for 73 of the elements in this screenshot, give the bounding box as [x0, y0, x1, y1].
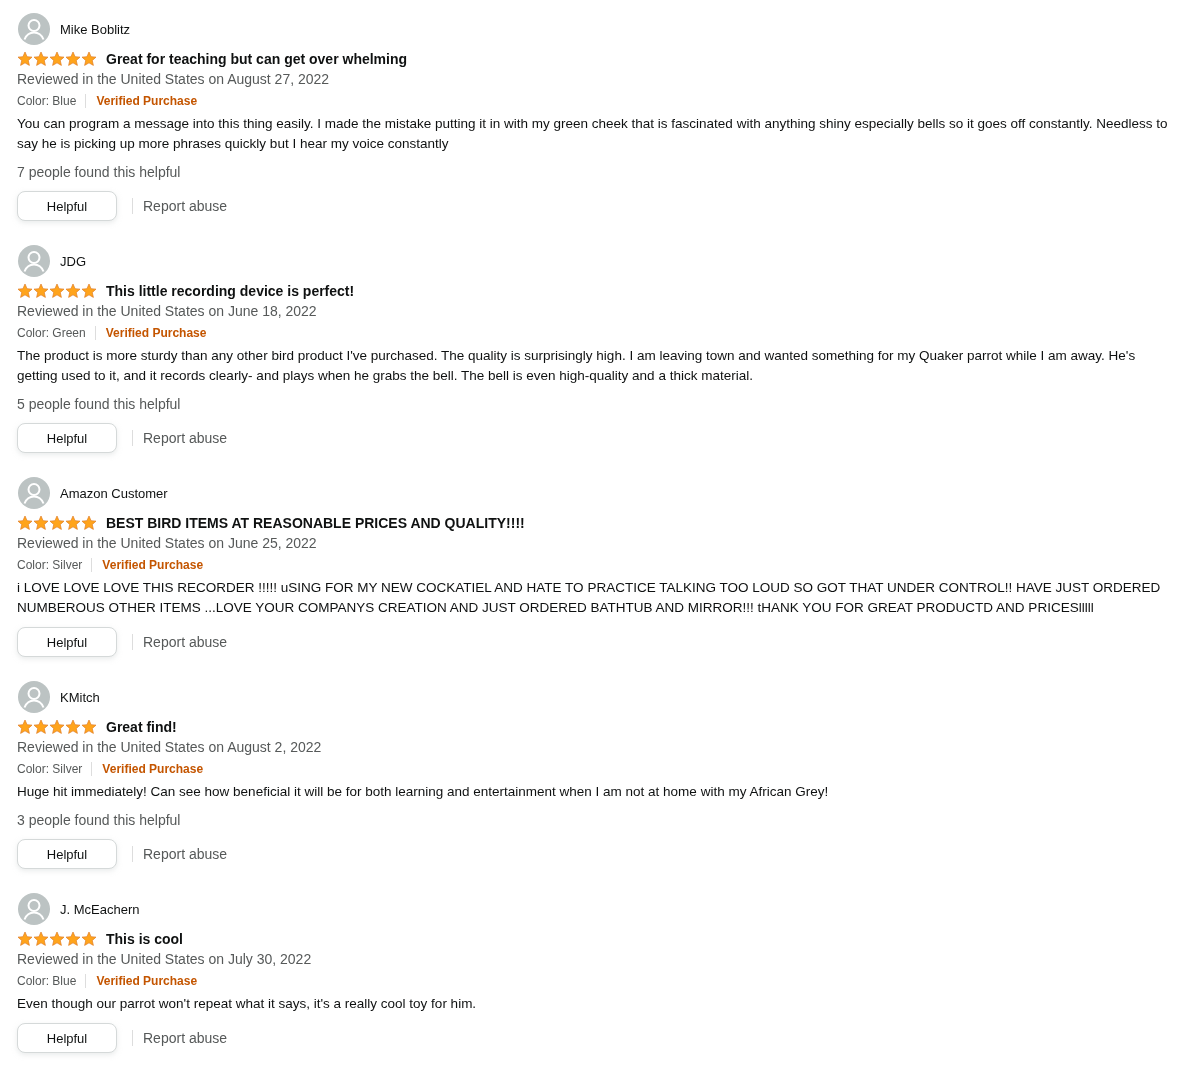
helpful-count: 5 people found this helpful — [17, 395, 182, 414]
avatar-icon — [18, 477, 50, 509]
star-icon — [33, 283, 49, 299]
report-abuse-link[interactable]: Report abuse — [143, 430, 228, 446]
review-title[interactable]: This is cool — [106, 931, 183, 947]
product-variant[interactable]: Color: Blue — [17, 93, 87, 108]
verified-purchase-label: Verified Purchase — [96, 973, 198, 988]
star-icon — [17, 719, 33, 735]
star-icon — [81, 515, 97, 531]
review-title[interactable]: BEST BIRD ITEMS AT REASONABLE PRICES AND QUALITY!!!! — [106, 515, 525, 531]
star-icon — [17, 283, 33, 299]
helpful-button[interactable]: Helpful — [17, 1023, 117, 1053]
star-icon — [49, 931, 65, 947]
avatar-icon — [18, 245, 50, 277]
review-title[interactable]: Great for teaching but can get over whelming — [106, 51, 408, 67]
star-icon — [65, 51, 81, 67]
review-date: Reviewed in the United States on June 18, 2022 — [17, 302, 318, 321]
review-title[interactable]: This little recording device is perfect! — [106, 283, 355, 299]
avatar-icon — [18, 893, 50, 925]
product-variant[interactable]: Color: Green — [17, 325, 96, 340]
review-text: You can program a message into this thing easily. I made the mistake putting it in with my green cheek that is fascinated with anything shiny especially bells so it goes off constantly. Needless to say he is picking up more phrases quickly but I hear my voice constantly — [17, 115, 1169, 153]
reviewer-name: JDG — [60, 253, 86, 269]
star-icon — [17, 51, 33, 67]
report-abuse-link[interactable]: Report abuse — [143, 634, 228, 650]
star-icon — [17, 515, 33, 531]
product-variant[interactable]: Color: Silver — [17, 557, 93, 572]
helpful-count: 3 people found this helpful — [17, 811, 182, 830]
review-text: The product is more sturdy than any other bird product I've purchased. The quality is surprisingly high. I am leaving town and wanted something for my Quaker parrot while I am away. He's getting used to it, and it records clearly- and plays when he grabs the bell. The bell is even high-quality and a thick material. — [17, 347, 1137, 385]
review-text: Huge hit immediately! Can see how beneficial it will be for both learning and entertainment when I am not at home with my African Grey! — [17, 783, 830, 801]
helpful-button[interactable]: Helpful — [17, 191, 117, 221]
reviewer-name: KMitch — [60, 689, 100, 705]
star-icon — [49, 283, 65, 299]
helpful-button[interactable]: Helpful — [17, 423, 117, 453]
verified-purchase-label: Verified Purchase — [102, 761, 204, 776]
star-icon — [49, 515, 65, 531]
star-icon — [33, 931, 49, 947]
star-icon — [81, 51, 97, 67]
review-date: Reviewed in the United States on July 30, 2022 — [17, 950, 313, 969]
verified-purchase-label: Verified Purchase — [105, 325, 207, 340]
product-variant[interactable]: Color: Silver — [17, 761, 93, 776]
review-title[interactable]: Great find! — [106, 719, 177, 735]
star-icon — [49, 719, 65, 735]
reviewer-name: Mike Boblitz — [60, 21, 131, 37]
verified-purchase-label: Verified Purchase — [102, 557, 204, 572]
verified-purchase-label: Verified Purchase — [96, 93, 198, 108]
review-text: i LOVE LOVE LOVE THIS RECORDER !!!!! uSING FOR MY NEW COCKATIEL AND HATE TO PRACTICE TALKING TOO LOUD SO GOT THAT UNDER CONTROL!! HAVE JUST ORDERED NUMBEROUS OTHER ITEMS ...LOVE YOUR COMPANYS CREATION AND JUST ORDERED BATHTUB AND MIRROR!!! tHANK YOU FOR GREAT PRODUCTD AND PRICESlllll — [17, 579, 1162, 617]
helpful-button[interactable]: Helpful — [17, 627, 117, 657]
review-date: Reviewed in the United States on August 2, 2022 — [17, 738, 323, 757]
star-icon — [65, 931, 81, 947]
reviewer-name: J. McEachern — [60, 901, 140, 917]
product-variant[interactable]: Color: Blue — [17, 973, 87, 988]
star-icon — [17, 931, 33, 947]
star-icon — [65, 719, 81, 735]
star-icon — [33, 515, 49, 531]
star-icon — [33, 719, 49, 735]
star-icon — [65, 283, 81, 299]
star-icon — [81, 931, 97, 947]
review-date: Reviewed in the United States on June 25, 2022 — [17, 534, 318, 553]
star-icon — [33, 51, 49, 67]
report-abuse-link[interactable]: Report abuse — [143, 1030, 228, 1046]
star-icon — [49, 51, 65, 67]
helpful-count: 7 people found this helpful — [17, 163, 182, 182]
review-text: Even though our parrot won't repeat what it says, it's a really cool toy for him. — [17, 995, 478, 1013]
star-icon — [65, 515, 81, 531]
report-abuse-link[interactable]: Report abuse — [143, 846, 228, 862]
avatar-icon — [18, 681, 50, 713]
report-abuse-link[interactable]: Report abuse — [143, 198, 228, 214]
star-icon — [81, 283, 97, 299]
review-date: Reviewed in the United States on August 27, 2022 — [17, 70, 331, 89]
star-icon — [81, 719, 97, 735]
avatar-icon — [18, 13, 50, 45]
reviewer-name: Amazon Customer — [60, 485, 168, 501]
helpful-button[interactable]: Helpful — [17, 839, 117, 869]
